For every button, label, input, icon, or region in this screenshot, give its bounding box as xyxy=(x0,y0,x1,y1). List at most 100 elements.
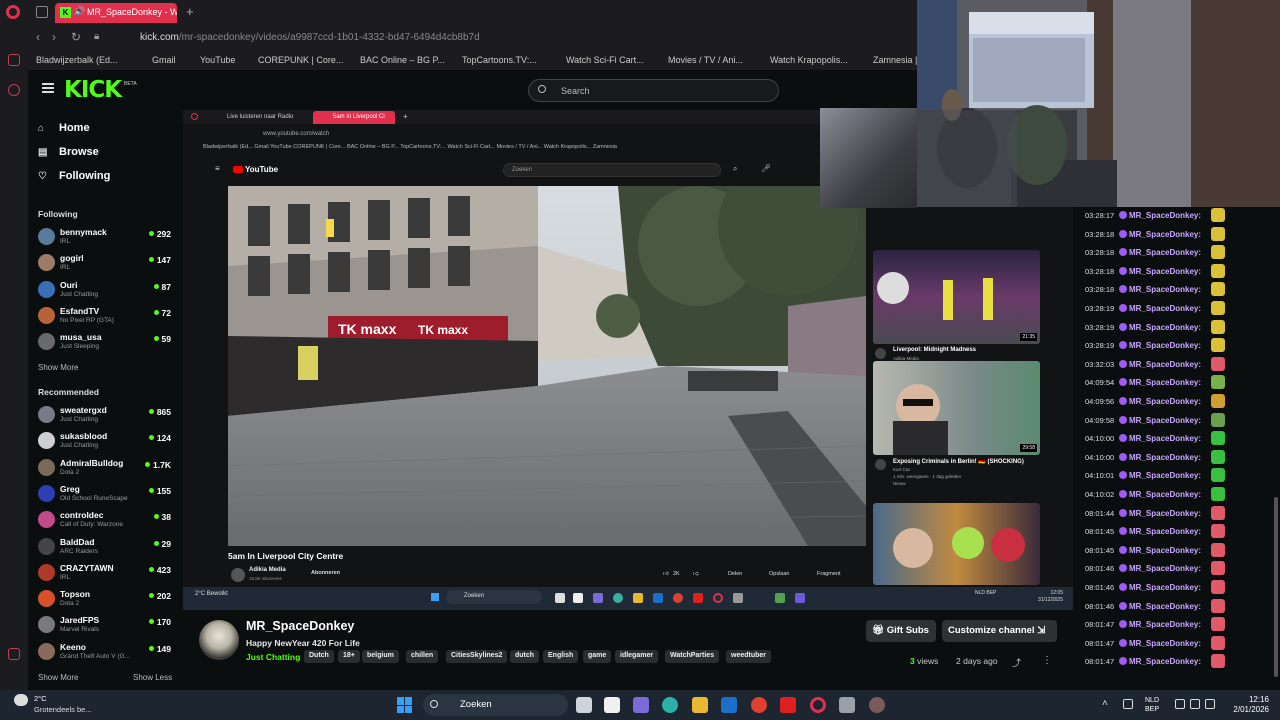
emote-icon[interactable] xyxy=(1211,617,1225,632)
sidebar-history-icon[interactable] xyxy=(8,84,20,96)
sidebar-channel[interactable]: gogirl IRL 147 xyxy=(38,252,173,276)
chat-username[interactable]: MR_SpaceDonkey: xyxy=(1129,323,1201,332)
bookmark-item[interactable]: Watch Krapopolis... xyxy=(770,55,848,65)
chat-username[interactable]: MR_SpaceDonkey: xyxy=(1129,434,1201,443)
chat-username[interactable]: MR_SpaceDonkey: xyxy=(1129,583,1201,592)
chat-username[interactable]: MR_SpaceDonkey: xyxy=(1129,341,1201,350)
chrome-icon[interactable] xyxy=(751,697,767,713)
show-more-button[interactable]: Show More xyxy=(38,673,78,682)
calculator-icon[interactable] xyxy=(839,697,855,713)
chat-username[interactable]: MR_SpaceDonkey: xyxy=(1129,546,1201,555)
chat-username[interactable]: MR_SpaceDonkey: xyxy=(1129,378,1201,387)
tray-chevron-icon[interactable]: ˄ xyxy=(1102,698,1108,709)
sidebar-gx-icon[interactable] xyxy=(8,648,20,660)
chat-username[interactable]: MR_SpaceDonkey: xyxy=(1129,285,1201,294)
taskbar-search-input[interactable]: Zoeken xyxy=(423,694,568,716)
chat-username[interactable]: MR_SpaceDonkey: xyxy=(1129,453,1201,462)
emote-icon[interactable] xyxy=(1211,319,1225,334)
chat-username[interactable]: MR_SpaceDonkey: xyxy=(1129,267,1201,276)
chat-username[interactable]: MR_SpaceDonkey: xyxy=(1129,527,1201,536)
emote-icon[interactable] xyxy=(1211,580,1225,594)
edge-icon[interactable] xyxy=(662,697,678,713)
emote-icon[interactable] xyxy=(1211,505,1225,520)
back-icon[interactable]: ‹ xyxy=(36,30,40,44)
gift-subs-button[interactable]: 🎁︎ Gift Subs xyxy=(866,620,936,642)
teams-icon[interactable] xyxy=(633,697,649,713)
sidebar-channel[interactable]: CRAZYTAWN IRL 423 xyxy=(38,562,173,586)
tag-chip[interactable]: Dutch xyxy=(304,650,334,663)
chat-username[interactable]: MR_SpaceDonkey: xyxy=(1129,602,1201,611)
sidebar-channel[interactable]: controldec Call of Duty: Warzone 38 xyxy=(38,509,173,533)
tag-chip[interactable]: weedtuber xyxy=(726,650,772,663)
sidebar-channel[interactable]: Keeno Grand Theft Auto V (G... 149 xyxy=(38,641,173,665)
tag-chip[interactable]: WatchParties xyxy=(665,650,720,663)
windows-start-icon[interactable] xyxy=(397,697,413,713)
outlook-icon[interactable] xyxy=(721,697,737,713)
weather-temp[interactable]: 2°C xyxy=(34,694,47,703)
wifi-icon[interactable] xyxy=(1175,699,1185,709)
tag-chip[interactable]: CitiesSkylines2 xyxy=(446,650,508,663)
emote-icon[interactable] xyxy=(1211,338,1225,353)
opera-icon[interactable] xyxy=(810,697,826,713)
tag-chip[interactable]: 18+ xyxy=(338,650,360,663)
weather-icon[interactable] xyxy=(14,694,28,706)
emote-icon[interactable] xyxy=(1211,635,1225,650)
url-field[interactable]: kick.com/mr-spacedonkey/videos/a9987ccd-… xyxy=(140,32,480,43)
sidebar-channel[interactable]: EsfandTV No Pixel RP (GTA) 72 xyxy=(38,305,173,329)
bookmark-item[interactable]: Zamnesia | xyxy=(873,55,917,65)
emote-icon[interactable] xyxy=(1211,263,1225,278)
sidebar-channel[interactable]: BaldDad ARC Raiders 29 xyxy=(38,536,173,560)
chat-username[interactable]: MR_SpaceDonkey: xyxy=(1129,657,1201,666)
speaker-icon[interactable]: 🔊 xyxy=(74,6,85,17)
tag-chip[interactable]: belgium xyxy=(362,650,399,663)
nav-following[interactable]: ♡ Following xyxy=(38,170,110,182)
emote-icon[interactable] xyxy=(1211,282,1225,297)
chat-username[interactable]: MR_SpaceDonkey: xyxy=(1129,211,1201,220)
channel-avatar[interactable] xyxy=(199,620,239,660)
customize-channel-button[interactable]: Customize channel ⇲ xyxy=(942,620,1057,642)
emote-icon[interactable] xyxy=(1211,226,1225,241)
emote-icon[interactable] xyxy=(1211,375,1225,390)
tag-chip[interactable]: game xyxy=(583,650,612,663)
nav-browse[interactable]: ▤ Browse xyxy=(38,146,99,158)
forward-icon[interactable]: › xyxy=(52,30,56,44)
tag-chip[interactable]: English xyxy=(543,650,579,663)
browser-tab-active[interactable]: K 🔊 MR_SpaceDonkey - W xyxy=(55,3,177,23)
bookmark-item[interactable]: Gmail xyxy=(152,55,176,65)
stream-category[interactable]: Just Chatting xyxy=(246,652,300,662)
chat-username[interactable]: MR_SpaceDonkey: xyxy=(1129,509,1201,518)
menu-icon[interactable] xyxy=(42,83,54,93)
sidebar-channel[interactable]: Greg Old School RuneScape 155 xyxy=(38,483,173,507)
chat-username[interactable]: MR_SpaceDonkey: xyxy=(1129,471,1201,480)
clock[interactable]: 12:16 2/01/2026 xyxy=(1213,695,1269,715)
new-tab-button[interactable]: + xyxy=(186,4,194,19)
emote-icon[interactable] xyxy=(1211,598,1225,613)
sidebar-channel[interactable]: sukasblood Just Chatting 124 xyxy=(38,430,173,454)
chat-username[interactable]: MR_SpaceDonkey: xyxy=(1129,490,1201,499)
store-icon[interactable] xyxy=(604,697,620,713)
show-more-button[interactable]: Show More xyxy=(38,363,78,372)
chat-scrollbar[interactable] xyxy=(1274,497,1278,677)
language-indicator[interactable]: NLD BEP xyxy=(1145,696,1159,714)
emote-icon[interactable] xyxy=(1211,356,1225,371)
show-less-button[interactable]: Show Less xyxy=(133,673,172,682)
network-off-icon[interactable] xyxy=(1123,699,1133,709)
chat-username[interactable]: MR_SpaceDonkey: xyxy=(1129,360,1201,369)
bookmark-item[interactable]: TopCartoons.TV:... xyxy=(462,55,537,65)
share-icon[interactable]: ⤴ xyxy=(1012,656,1021,669)
tabs-overview-icon[interactable] xyxy=(36,6,48,18)
sidebar-channel[interactable]: Topson Dota 2 202 xyxy=(38,588,173,612)
chat-username[interactable]: MR_SpaceDonkey: xyxy=(1129,564,1201,573)
volume-icon[interactable] xyxy=(1190,699,1200,709)
tag-chip[interactable]: idlegamer xyxy=(615,650,659,663)
opera-logo-icon[interactable] xyxy=(6,5,20,19)
emote-icon[interactable] xyxy=(1211,487,1225,501)
emote-icon[interactable] xyxy=(1211,208,1225,222)
app-icon[interactable] xyxy=(869,697,885,713)
sidebar-bag-icon[interactable] xyxy=(8,54,20,66)
emote-icon[interactable] xyxy=(1211,301,1225,315)
bookmark-item[interactable]: COREPUNK | Core... xyxy=(258,55,343,65)
chat-username[interactable]: MR_SpaceDonkey: xyxy=(1129,416,1201,425)
nav-home[interactable]: ⌂ Home xyxy=(38,122,90,134)
tag-chip[interactable]: chillen xyxy=(406,650,439,663)
